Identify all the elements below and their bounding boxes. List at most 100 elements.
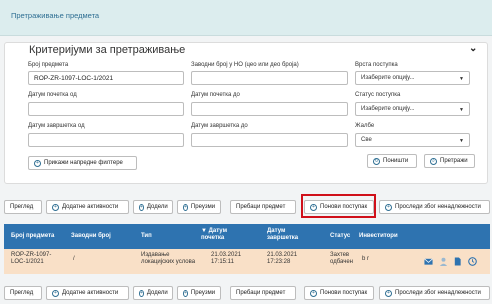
user-icon[interactable]	[439, 257, 448, 266]
plus-circle-icon: +	[183, 203, 188, 211]
plus-circle-icon: +	[139, 289, 144, 297]
end-from-input[interactable]	[28, 133, 184, 147]
transfer-button[interactable]: Пребаци предмет	[230, 200, 296, 214]
take-label: Преузми	[190, 290, 216, 296]
start-to-label: Датум почетка до	[191, 92, 240, 98]
case-number-input[interactable]: ROP-ZR-1097-LOC-1/2021	[28, 71, 184, 85]
column-start[interactable]: ▼ Датум почетка	[201, 228, 227, 242]
start-to-input[interactable]	[191, 102, 348, 116]
cell-number-a: ROP-ZR-1097-	[11, 252, 52, 258]
search-button[interactable]: ⌕ Претражи	[424, 154, 475, 168]
search-panel-title: Критеријуми за претраживање	[29, 44, 186, 56]
start-from-input[interactable]	[28, 102, 184, 116]
end-to-label: Датум завршетка до	[191, 123, 248, 129]
column-end-b: завршетка	[267, 235, 299, 241]
filing-number-label: Заводни број у НО (цео или део броја)	[191, 62, 299, 68]
cell-type-b: локацијских услова	[141, 259, 196, 265]
advanced-filters-label: Прикажи напредне филтере	[44, 160, 123, 166]
forward-label: Проследи због ненадлежности	[395, 290, 481, 296]
view-label: Преглед	[10, 204, 34, 210]
cell-number: ROP-ZR-1097- LOC-1/2021	[11, 252, 51, 266]
page-header: Претраживање предмета	[0, 0, 492, 36]
selection-highlight	[301, 194, 376, 218]
table-row[interactable]: ROP-ZR-1097- LOC-1/2021 / Издавање локац…	[4, 249, 490, 274]
cell-filing: /	[73, 256, 75, 262]
view-label: Преглед	[10, 290, 34, 296]
column-end[interactable]: Датум завршетка	[267, 228, 298, 242]
chevron-down-icon: ▼	[459, 138, 464, 144]
forward-button[interactable]: + Проследи због ненадлежности	[379, 200, 490, 214]
plus-circle-icon: +	[385, 203, 392, 211]
take-label: Преузми	[190, 204, 216, 210]
cell-status-a: Захтев	[330, 252, 350, 258]
cell-end-a: 21.03.2021	[267, 252, 298, 258]
procedure-type-value: Изаберите опцију...	[361, 75, 415, 81]
column-filing[interactable]: Заводни број	[71, 233, 111, 240]
chevron-down-icon[interactable]: ⌄	[469, 43, 477, 54]
reset-label: Поништи	[383, 158, 409, 164]
procedure-status-label: Статус поступка	[355, 92, 401, 98]
cell-start-a: 21.03.2021	[211, 252, 242, 258]
case-number-label: Број предмета	[28, 62, 69, 68]
plus-circle-icon: +	[139, 203, 144, 211]
end-to-input[interactable]	[191, 133, 348, 147]
reset-button[interactable]: ↻ Поништи	[367, 154, 417, 168]
mail-icon[interactable]	[424, 257, 433, 266]
additional-activities-button[interactable]: + Додатне активности	[46, 200, 129, 214]
repeat-procedure-button-bottom[interactable]: + Понови поступак	[304, 286, 374, 300]
procedure-type-select[interactable]: Изаберите опцију... ▼	[355, 71, 470, 85]
take-button-bottom[interactable]: + Преузми	[177, 286, 221, 300]
cell-start-b: 17:15:11	[211, 259, 234, 265]
column-type[interactable]: Тип	[141, 233, 152, 240]
column-start-a: ▼ Датум	[201, 228, 228, 234]
transfer-label: Пребаци предмет	[236, 290, 286, 296]
procedure-type-label: Врста поступка	[355, 62, 398, 68]
column-status[interactable]: Статус	[330, 233, 350, 240]
plus-circle-icon: +	[52, 203, 59, 211]
column-investor[interactable]: Инвеститори	[359, 233, 398, 240]
column-start-b: почетка	[201, 235, 225, 241]
transfer-label: Пребаци предмет	[236, 204, 286, 210]
plus-circle-icon: +	[34, 159, 41, 167]
view-button-bottom[interactable]: Преглед	[4, 286, 42, 300]
forward-label: Проследи због ненадлежности	[395, 204, 481, 210]
search-label: Претражи	[440, 158, 468, 164]
document-icon[interactable]	[453, 257, 462, 266]
chevron-down-icon: ▼	[459, 76, 464, 82]
column-number[interactable]: Број предмета	[11, 233, 54, 240]
additional-activities-button-bottom[interactable]: + Додатне активности	[46, 286, 129, 300]
complaints-value: Све	[361, 137, 372, 143]
complaints-label: Жалбе	[355, 123, 375, 129]
cell-number-b: LOC-1/2021	[11, 259, 44, 265]
assign-label: Додели	[146, 204, 168, 210]
procedure-status-value: Изаберите опцију...	[361, 106, 415, 112]
advanced-filters-button[interactable]: + Прикажи напредне филтере	[28, 156, 137, 170]
cell-type: Издавање локацијских услова	[141, 252, 195, 266]
action-toolbar-top: Преглед + Додатне активности + Додели + Пре…	[4, 200, 490, 214]
assign-label: Додели	[146, 290, 168, 296]
additional-label: Додатне активности	[62, 204, 119, 210]
refresh-icon: ↻	[373, 157, 380, 165]
start-from-label: Датум почетка од	[28, 92, 77, 98]
complaints-select[interactable]: Све ▼	[355, 133, 470, 147]
column-end-a: Датум	[267, 228, 286, 234]
additional-label: Додатне активности	[62, 290, 119, 296]
view-button[interactable]: Преглед	[4, 200, 42, 214]
table-header: Број предмета Заводни број Тип ▼ Датум п…	[4, 224, 490, 249]
plus-circle-icon: +	[310, 289, 317, 297]
filing-number-input[interactable]	[191, 71, 348, 85]
assign-button-bottom[interactable]: + Додели	[133, 286, 173, 300]
assign-button[interactable]: + Додели	[133, 200, 173, 214]
take-button[interactable]: + Преузми	[177, 200, 221, 214]
forward-button-bottom[interactable]: + Проследи због ненадлежности	[379, 286, 490, 300]
procedure-status-select[interactable]: Изаберите опцију... ▼	[355, 102, 470, 116]
page-title: Претраживање предмета	[11, 11, 100, 20]
repeat-label: Понови поступак	[320, 290, 368, 296]
cell-investor: b r	[362, 256, 370, 262]
transfer-button-bottom[interactable]: Пребаци предмет	[230, 286, 296, 300]
clock-icon[interactable]	[468, 257, 477, 266]
search-icon: ⌕	[430, 157, 437, 165]
plus-circle-icon: +	[52, 289, 59, 297]
cell-type-a: Издавање	[141, 252, 170, 258]
search-criteria-panel: Критеријуми за претраживање ⌄ Број предм…	[4, 42, 488, 184]
